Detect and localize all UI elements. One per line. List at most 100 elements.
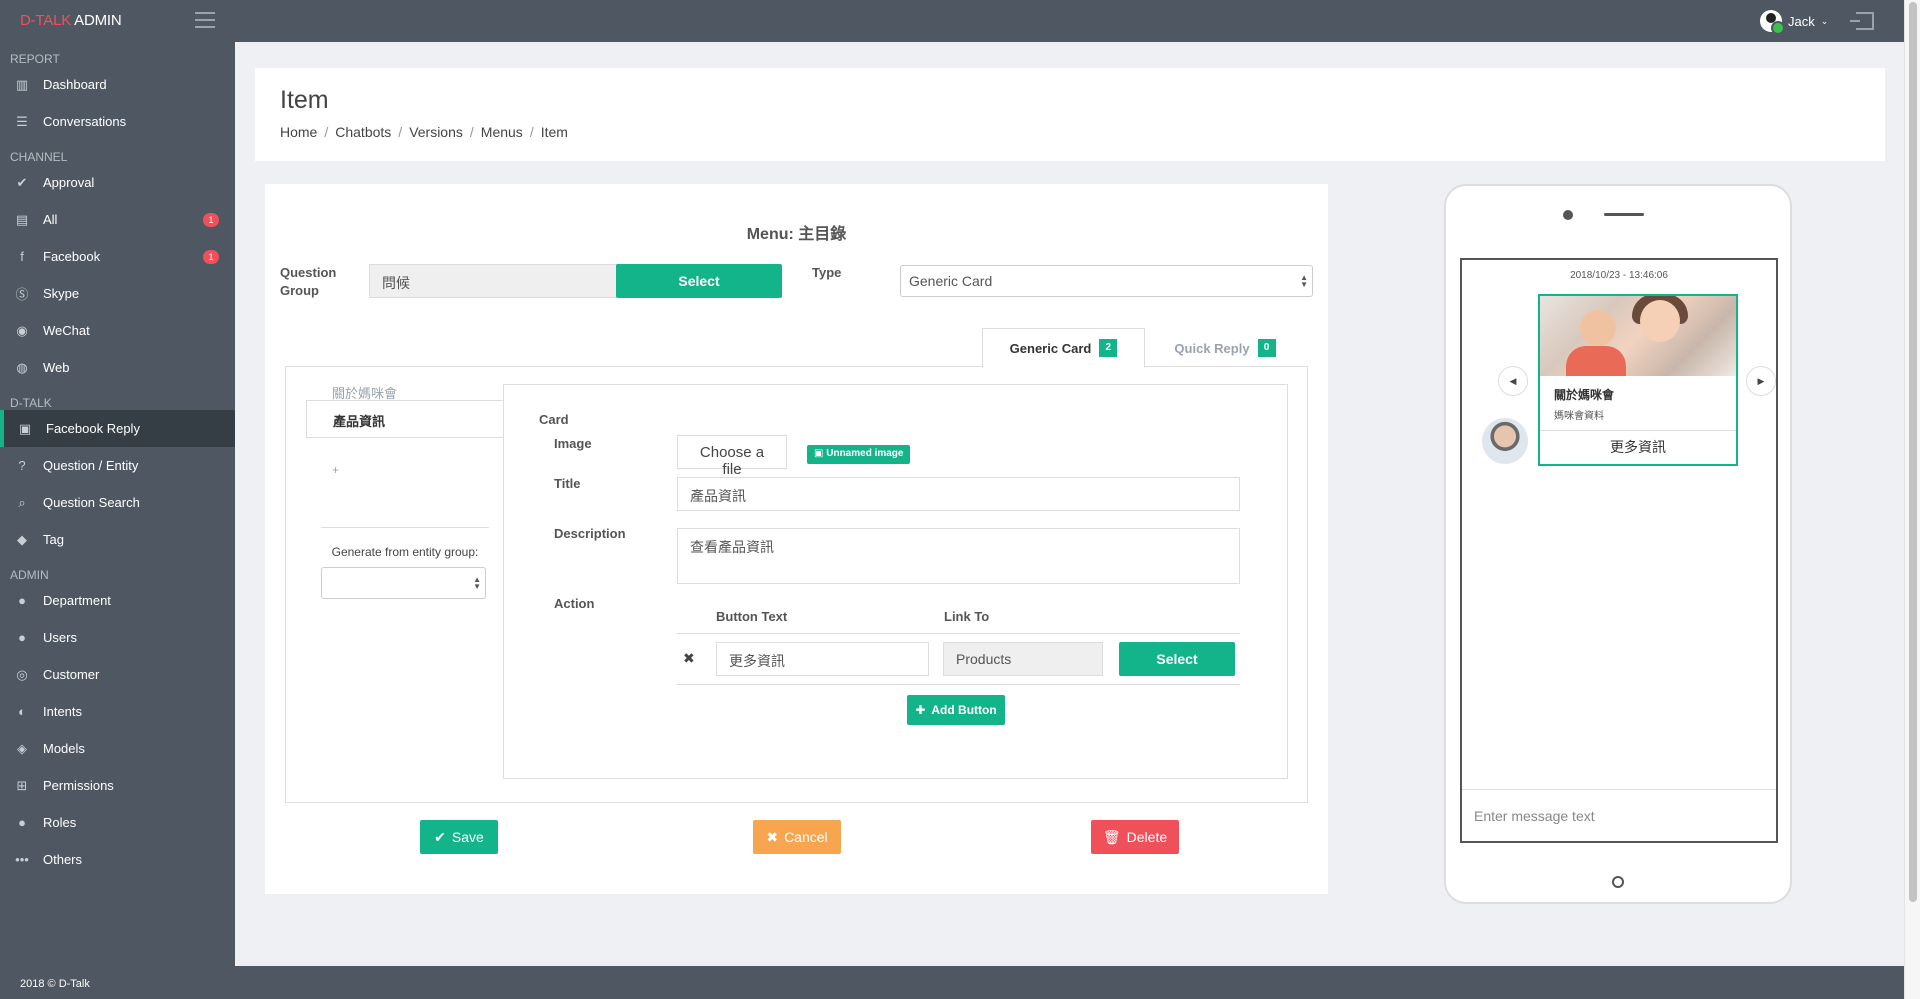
user-menu[interactable]: Jack ⌄: [1760, 8, 1828, 35]
sidebar-item-customer[interactable]: ◎ Customer: [0, 656, 235, 693]
link-select-button[interactable]: Select: [1119, 642, 1235, 676]
preview-card-button[interactable]: 更多資訊: [1540, 430, 1736, 464]
save-label: Save: [451, 829, 484, 845]
sidebar-item-question-entity[interactable]: ? Question / Entity: [0, 447, 235, 484]
hamburger-menu-icon[interactable]: [195, 12, 215, 28]
sidebar-item-web[interactable]: ◍ Web: [0, 349, 235, 386]
card-list-item-2[interactable]: 產品資訊: [306, 400, 504, 438]
scrollbar-thumb[interactable]: [1909, 2, 1917, 902]
sidebar-item-users[interactable]: ● Users: [0, 619, 235, 656]
sidebar-item-models[interactable]: ◈ Models: [0, 730, 235, 767]
add-card-button[interactable]: +: [332, 463, 339, 477]
question-icon: ?: [18, 458, 26, 473]
sidebar-section-title: CHANNEL: [10, 150, 68, 164]
description-label: Description: [554, 526, 626, 541]
bar-chart-icon: ▥: [15, 76, 29, 92]
sidebar-item-wechat[interactable]: ◉ WeChat: [0, 312, 235, 349]
sidebar-item-conversations[interactable]: ☰ Conversations: [0, 103, 235, 140]
ellipsis-icon: •••: [15, 852, 29, 867]
add-button-button[interactable]: ✚ Add Button: [907, 695, 1005, 725]
app-logo[interactable]: D-TALK ADMIN: [20, 12, 122, 29]
notification-badge: 1: [203, 213, 219, 227]
preview-card-subtitle: 媽咪會資料: [1554, 411, 1604, 422]
sidebar-item-tag[interactable]: ◆ Tag: [0, 521, 235, 558]
sidebar: REPORT ▥ Dashboard ☰ Conversations CHANNEL ✔ Ap…: [0, 42, 235, 966]
sidebar-item-roles[interactable]: ● Roles: [0, 804, 235, 841]
sidebar-item-intents[interactable]: ◐ Intents: [0, 693, 235, 730]
question-group-label: Question Group: [280, 265, 337, 298]
entity-group-select[interactable]: ▲ ▼: [321, 567, 486, 599]
carousel-prev-icon[interactable]: ◀: [1498, 366, 1528, 396]
message-input[interactable]: Enter message text: [1462, 789, 1776, 841]
edit-panel: Menu: 主目錄 Question Group 問候 Select Type …: [265, 184, 1328, 894]
carousel-next-icon[interactable]: ▶: [1746, 366, 1776, 396]
remove-button-icon[interactable]: ✖: [683, 650, 695, 667]
sidebar-item-permissions[interactable]: ⊞ Permissions: [0, 767, 235, 804]
logout-icon[interactable]: [1850, 12, 1874, 30]
sidebar-item-approval[interactable]: ✔ Approval: [0, 164, 235, 201]
sidebar-item-question-search[interactable]: ⌕ Question Search: [0, 484, 235, 521]
choose-file-button[interactable]: Choose a file: [677, 435, 787, 478]
tab-quick-reply-count: 0: [1257, 339, 1276, 357]
button-text-input[interactable]: 更多資訊: [716, 642, 929, 676]
search-icon: ⌕: [18, 494, 26, 510]
delete-button[interactable]: 🗑 Delete: [1091, 820, 1179, 854]
breadcrumb-menus[interactable]: Menus: [481, 124, 523, 140]
sidebar-item-label: Permissions: [43, 778, 114, 793]
image-tag[interactable]: ▣ Unnamed image: [807, 445, 911, 464]
sidebar-item-department[interactable]: ● Department: [0, 582, 235, 619]
sidebar-item-label: Roles: [43, 815, 77, 830]
description-textarea[interactable]: 查看產品資訊: [677, 528, 1240, 584]
preview-card-image: [1540, 296, 1736, 376]
question-group-select-button[interactable]: Select: [616, 264, 782, 298]
sidebar-section-title: REPORT: [10, 52, 60, 66]
save-button[interactable]: ✔ Save: [420, 820, 498, 854]
question-group-input[interactable]: 問候: [369, 264, 619, 298]
sidebar-item-all[interactable]: ▤ All 1: [0, 201, 235, 238]
tab-generic-card-count: 2: [1099, 339, 1118, 357]
sidebar-item-dashboard[interactable]: ▥ Dashboard: [0, 66, 235, 103]
tab-quick-reply[interactable]: Quick Reply 0: [1145, 328, 1305, 368]
question-circle-icon: ◐: [18, 704, 26, 719]
generate-label: Generate from entity group:: [331, 545, 479, 559]
card-editor: Card Image Choose a file ▣ Unnamed image…: [503, 384, 1288, 779]
breadcrumb-chatbots[interactable]: Chatbots: [335, 124, 391, 140]
sidebar-item-label: Conversations: [43, 114, 127, 129]
cancel-label: Cancel: [784, 829, 828, 845]
cancel-button[interactable]: ✖ Cancel: [753, 820, 841, 854]
image-icon: ▣: [814, 448, 827, 459]
sidebar-item-others[interactable]: ••• Others: [0, 841, 235, 878]
sidebar-item-facebook-reply[interactable]: ▣ Facebook Reply: [0, 410, 235, 447]
trash-icon: 🗑: [1102, 828, 1121, 845]
phone-screen: 2018/10/23 - 13:46:06 ◀ ▶ 關於媽咪會 媽咪會資料 更多…: [1460, 258, 1778, 843]
sidebar-item-label: Facebook: [43, 249, 101, 264]
menu-title: Menu: 主目錄: [746, 226, 847, 243]
sidebar-item-label: Dashboard: [43, 77, 107, 92]
type-select[interactable]: Generic Card ▲ ▼: [900, 265, 1313, 297]
image-label: Image: [554, 436, 592, 451]
breadcrumb-home[interactable]: Home: [280, 124, 317, 140]
user-icon: ●: [18, 630, 26, 645]
sidebar-item-skype[interactable]: Ⓢ Skype: [0, 275, 235, 312]
type-select-value: Generic Card: [909, 273, 993, 289]
type-label: Type: [812, 265, 842, 280]
card-list-item-2-label: 產品資訊: [333, 414, 386, 429]
customer-icon: ◎: [16, 666, 28, 682]
top-bar: D-TALK ADMIN Jack ⌄: [0, 0, 1904, 42]
page-title: Item: [280, 86, 329, 114]
image-tag-label: Unnamed image: [826, 448, 904, 459]
sidebar-item-label: WeChat: [43, 323, 90, 338]
phone-camera: [1563, 210, 1573, 220]
sidebar-item-label: All: [43, 212, 58, 227]
title-input[interactable]: 產品資訊: [677, 477, 1240, 511]
tab-generic-card[interactable]: Generic Card 2: [982, 328, 1145, 368]
breadcrumb-versions[interactable]: Versions: [409, 124, 463, 140]
link-to-input[interactable]: Products: [943, 642, 1103, 676]
user-avatar: [1760, 10, 1785, 35]
link-to-header: Link To: [944, 609, 990, 624]
sidebar-item-facebook[interactable]: f Facebook 1: [0, 238, 235, 275]
page-scrollbar[interactable]: [1904, 0, 1920, 999]
sidebar-item-label: Department: [43, 593, 111, 608]
check-icon: ✔: [16, 174, 28, 190]
wechat-icon: ◉: [16, 322, 28, 338]
